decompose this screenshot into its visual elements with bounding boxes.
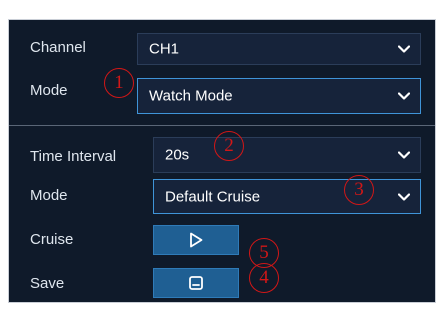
time-interval-label: Time Interval (30, 148, 117, 165)
annotation-marker-2: 2 (214, 131, 244, 161)
time-interval-select[interactable]: 20s (153, 137, 421, 173)
chevron-down-icon (398, 45, 410, 53)
annotation-marker-1: 1 (104, 68, 134, 98)
cruise-play-button[interactable] (153, 225, 239, 255)
annotation-marker-5: 5 (249, 238, 279, 268)
channel-value: CH1 (149, 40, 180, 58)
cruise-mode-select[interactable]: Default Cruise (153, 179, 421, 214)
watch-mode-value: Watch Mode (149, 87, 233, 105)
save-icon (189, 276, 203, 290)
cruise-label: Cruise (30, 231, 74, 248)
channel-select[interactable]: CH1 (137, 33, 421, 65)
save-label: Save (30, 275, 65, 292)
chevron-down-icon (398, 92, 410, 100)
watch-mode-select[interactable]: Watch Mode (137, 78, 421, 114)
chevron-down-icon (398, 151, 410, 159)
mode-label: Mode (30, 187, 68, 204)
cruise-mode-value: Default Cruise (165, 188, 261, 205)
time-interval-value: 20s (165, 146, 190, 164)
mode-label: Mode (30, 82, 68, 99)
play-icon (190, 232, 203, 248)
chevron-down-icon (398, 192, 410, 201)
save-button[interactable] (153, 268, 239, 298)
channel-label: Channel (30, 39, 86, 56)
settings-panel: Channel CH1 Mode Watch Mode Time Interva… (8, 19, 436, 303)
section-divider (9, 125, 435, 126)
annotation-marker-3: 3 (344, 175, 374, 205)
